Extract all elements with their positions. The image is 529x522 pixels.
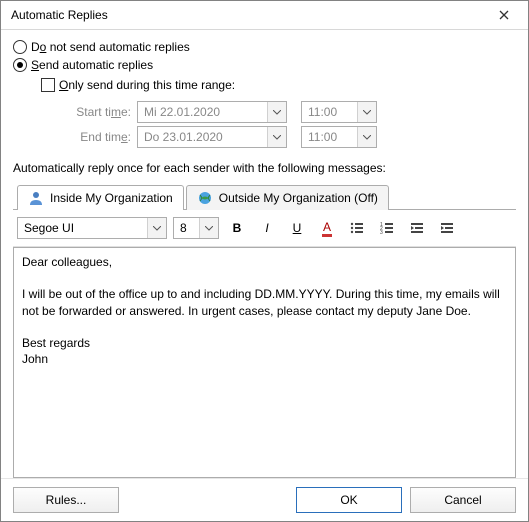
svg-text:3: 3 [380,230,383,236]
button-label: Cancel [444,493,481,507]
checkbox-icon [41,78,55,92]
end-date-value: Do 23.01.2020 [138,130,267,144]
radio-label: Do not send automatic replies [31,40,190,54]
chevron-down-icon [147,218,166,238]
time-range: Start time: Mi 22.01.2020 11:00 End time… [61,98,516,151]
start-time-label: Start time: [61,105,137,119]
ok-button[interactable]: OK [296,487,402,513]
start-date-value: Mi 22.01.2020 [138,105,267,119]
button-label: OK [340,493,357,507]
checkbox-only-range[interactable]: Only send during this time range: [41,78,516,92]
person-icon [28,190,44,206]
tab-label: Inside My Organization [50,191,173,205]
bullet-list-button[interactable] [345,216,369,240]
tab-label: Outside My Organization (Off) [219,191,378,205]
font-value: Segoe UI [18,221,147,235]
italic-button[interactable]: I [255,216,279,240]
outdent-icon [409,220,425,236]
radio-label: Send automatic replies [31,58,153,72]
rules-button[interactable]: Rules... [13,487,119,513]
end-time-combo[interactable]: 11:00 [301,126,377,148]
font-color-button[interactable]: A [315,216,339,240]
outdent-button[interactable] [405,216,429,240]
indent-icon [439,220,455,236]
bullet-list-icon [349,220,365,236]
radio-send[interactable]: Send automatic replies [13,58,516,72]
dialog-footer: Rules... OK Cancel [1,478,528,521]
button-label: Rules... [46,493,87,507]
numbered-list-icon: 123 [379,220,395,236]
underline-button[interactable]: U [285,216,309,240]
titlebar: Automatic Replies [1,1,528,30]
bold-button[interactable]: B [225,216,249,240]
end-date-combo[interactable]: Do 23.01.2020 [137,126,287,148]
chevron-down-icon [357,127,376,147]
tab-outside-org[interactable]: Outside My Organization (Off) [186,185,389,210]
underline-icon: U [293,221,302,235]
tabs: Inside My Organization Outside My Organi… [13,179,516,210]
start-time-value: 11:00 [302,105,357,119]
radio-icon [13,58,27,72]
close-icon [499,10,509,20]
end-time-label: End time: [61,130,137,144]
checkbox-label: Only send during this time range: [59,78,235,92]
numbered-list-button[interactable]: 123 [375,216,399,240]
radio-icon [13,40,27,54]
section-label: Automatically reply once for each sender… [13,161,516,175]
end-time-value: 11:00 [302,130,357,144]
radio-do-not-send[interactable]: Do not send automatic replies [13,40,516,54]
chevron-down-icon [357,102,376,122]
window-title: Automatic Replies [11,8,484,22]
globe-icon [197,190,213,206]
italic-icon: I [265,221,268,235]
indent-button[interactable] [435,216,459,240]
size-combo[interactable]: 8 [173,217,219,239]
chevron-down-icon [199,218,218,238]
chevron-down-icon [267,127,286,147]
format-toolbar: Segoe UI 8 B I U A 123 [13,210,516,247]
dialog-automatic-replies: Automatic Replies Do not send automatic … [0,0,529,522]
close-button[interactable] [484,3,524,27]
message-editor[interactable]: Dear colleagues, I will be out of the of… [13,247,516,478]
font-combo[interactable]: Segoe UI [17,217,167,239]
chevron-down-icon [267,102,286,122]
start-time-combo[interactable]: 11:00 [301,101,377,123]
tab-inside-org[interactable]: Inside My Organization [17,185,184,210]
start-date-combo[interactable]: Mi 22.01.2020 [137,101,287,123]
bold-icon: B [233,221,242,235]
font-color-icon: A [322,220,332,237]
size-value: 8 [174,221,199,235]
cancel-button[interactable]: Cancel [410,487,516,513]
